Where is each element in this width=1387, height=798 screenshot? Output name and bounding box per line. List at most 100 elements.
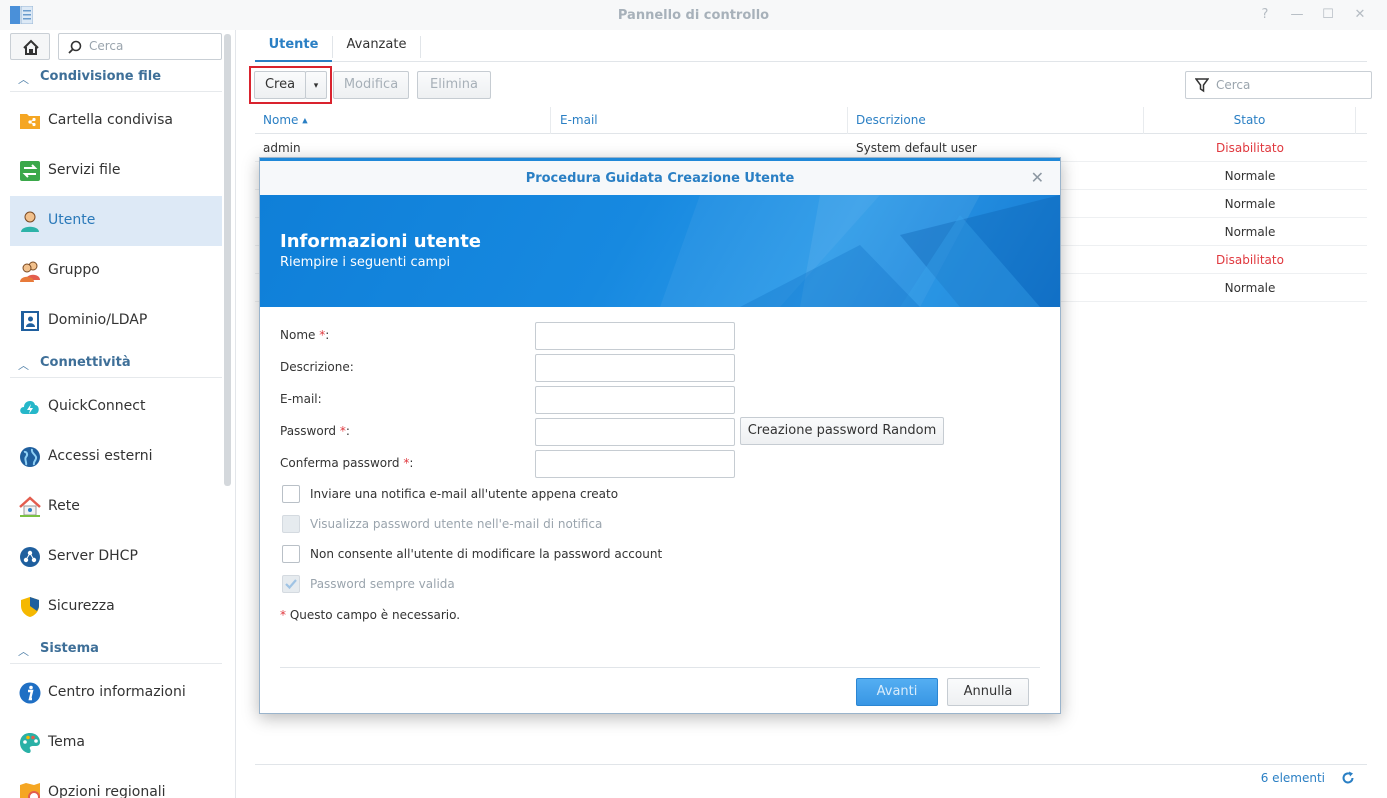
palette-icon bbox=[20, 733, 40, 753]
section-label: Sistema bbox=[40, 641, 99, 656]
column-description[interactable]: Descrizione bbox=[848, 107, 1144, 134]
section-connectivity[interactable]: ︿ Connettività bbox=[10, 350, 222, 378]
group-icon bbox=[20, 261, 40, 282]
home-button[interactable] bbox=[10, 33, 50, 60]
help-icon[interactable]: ? bbox=[1256, 6, 1274, 24]
sidebar-item-label: Sicurezza bbox=[48, 598, 115, 614]
sidebar-item-group[interactable]: Gruppo bbox=[10, 246, 222, 296]
shared-folder-icon bbox=[20, 114, 40, 129]
label-colon: : bbox=[409, 456, 414, 470]
info-center-icon bbox=[19, 682, 41, 704]
notify-email-checkbox[interactable] bbox=[282, 485, 300, 503]
label-colon: : bbox=[325, 328, 330, 342]
create-user-wizard-dialog: Procedura Guidata Creazione Utente ✕ Inf… bbox=[259, 157, 1061, 714]
create-dropdown-button[interactable]: ▾ bbox=[305, 71, 327, 99]
section-file-sharing[interactable]: ︿ Condivisione file bbox=[10, 64, 222, 92]
sidebar-item-label: Servizi file bbox=[48, 162, 121, 178]
sidebar-item-theme[interactable]: Tema bbox=[10, 718, 222, 768]
prevent-password-change-checkbox[interactable] bbox=[282, 545, 300, 563]
sidebar-item-regional-options[interactable]: Opzioni regionali bbox=[10, 768, 222, 798]
sidebar-item-label: Rete bbox=[48, 498, 80, 514]
confirm-password-label: Conferma password *: bbox=[280, 456, 413, 470]
confirm-password-field[interactable] bbox=[535, 450, 735, 478]
wizard-banner: Informazioni utente Riempire i seguenti … bbox=[260, 195, 1060, 307]
cancel-button[interactable]: Annulla bbox=[947, 678, 1029, 706]
sidebar-item-label: Tema bbox=[48, 734, 86, 750]
required-note-text: Questo campo è necessario. bbox=[289, 608, 461, 622]
cell-description: System default user bbox=[856, 141, 977, 155]
refresh-icon[interactable] bbox=[1341, 771, 1355, 785]
dhcp-server-icon bbox=[20, 547, 40, 567]
dialog-title: Procedura Guidata Creazione Utente bbox=[260, 161, 1060, 195]
column-name[interactable]: Nome ▲ bbox=[255, 107, 551, 134]
chevron-up-icon: ︿ bbox=[18, 73, 29, 86]
password-field[interactable] bbox=[535, 418, 735, 446]
cell-name: admin bbox=[263, 141, 301, 155]
email-field[interactable] bbox=[535, 386, 735, 414]
password-never-expires-checkbox[interactable] bbox=[282, 575, 300, 593]
sidebar-scrollbar[interactable] bbox=[224, 34, 231, 486]
sidebar-item-quickconnect[interactable]: QuickConnect bbox=[10, 382, 222, 432]
label-colon: : bbox=[345, 424, 350, 438]
description-label: Descrizione: bbox=[280, 360, 354, 374]
column-name-label: Nome bbox=[263, 113, 299, 127]
tab-user[interactable]: Utente bbox=[255, 30, 332, 62]
name-field[interactable] bbox=[535, 322, 735, 350]
file-services-icon bbox=[20, 161, 40, 181]
user-search-placeholder: Cerca bbox=[1216, 78, 1251, 92]
user-search-input[interactable]: Cerca bbox=[1185, 71, 1372, 99]
close-icon[interactable]: ✕ bbox=[1351, 6, 1369, 24]
sidebar-item-user[interactable]: Utente bbox=[10, 196, 222, 246]
password-label: Password *: bbox=[280, 424, 350, 438]
tab-divider bbox=[420, 36, 421, 58]
column-email[interactable]: E-mail bbox=[551, 107, 848, 134]
external-access-icon bbox=[20, 447, 40, 467]
next-button[interactable]: Avanti bbox=[856, 678, 938, 706]
cell-status: Normale bbox=[1224, 197, 1276, 211]
sidebar-item-label: Dominio/LDAP bbox=[48, 312, 148, 328]
name-label: Nome *: bbox=[280, 328, 329, 342]
window-titlebar: Pannello di controllo ? — ☐ ✕ bbox=[0, 0, 1387, 30]
sidebar-item-network[interactable]: Rete bbox=[10, 482, 222, 532]
section-label: Condivisione file bbox=[40, 69, 162, 84]
confirm-password-label-text: Conferma password bbox=[280, 456, 400, 470]
description-field[interactable] bbox=[535, 354, 735, 382]
sidebar-item-external-access[interactable]: Accessi esterni bbox=[10, 432, 222, 482]
home-icon bbox=[23, 39, 39, 55]
create-button[interactable]: Crea bbox=[254, 71, 306, 99]
name-label-text: Nome bbox=[280, 328, 316, 342]
sidebar-item-security[interactable]: Sicurezza bbox=[10, 582, 222, 632]
random-password-button[interactable]: Creazione password Random bbox=[740, 417, 944, 445]
sidebar-item-domain-ldap[interactable]: Dominio/LDAP bbox=[10, 296, 222, 346]
sidebar-item-shared-folder[interactable]: Cartella condivisa bbox=[10, 96, 222, 146]
sidebar-item-label: Server DHCP bbox=[48, 548, 138, 564]
sidebar-item-file-services[interactable]: Servizi file bbox=[10, 146, 222, 196]
sidebar-item-label: QuickConnect bbox=[48, 398, 146, 414]
password-never-expires-label: Password sempre valida bbox=[310, 577, 455, 591]
sidebar-item-label: Utente bbox=[48, 212, 96, 228]
dialog-footer-divider bbox=[280, 667, 1040, 668]
edit-button[interactable]: Modifica bbox=[333, 71, 409, 99]
window-title: Pannello di controllo bbox=[617, 8, 770, 23]
maximize-icon[interactable]: ☐ bbox=[1319, 6, 1337, 24]
minimize-icon[interactable]: — bbox=[1288, 6, 1306, 24]
section-system[interactable]: ︿ Sistema bbox=[10, 636, 222, 664]
dialog-close-icon[interactable]: ✕ bbox=[1031, 168, 1044, 187]
sidebar-item-label: Cartella condivisa bbox=[48, 112, 173, 128]
tab-bar: Utente Avanzate bbox=[255, 30, 1367, 62]
sidebar-item-dhcp-server[interactable]: Server DHCP bbox=[10, 532, 222, 582]
cell-status: Disabilitato bbox=[1216, 253, 1284, 267]
show-password-in-email-checkbox[interactable] bbox=[282, 515, 300, 533]
item-count: 6 elementi bbox=[1260, 771, 1325, 785]
sidebar-item-label: Opzioni regionali bbox=[48, 784, 166, 798]
notify-email-label: Inviare una notifica e-mail all'utente a… bbox=[310, 487, 619, 501]
cell-status: Normale bbox=[1224, 225, 1276, 239]
delete-button[interactable]: Elimina bbox=[417, 71, 491, 99]
chevron-up-icon: ︿ bbox=[18, 359, 29, 372]
sidebar-item-label: Gruppo bbox=[48, 262, 100, 278]
column-status[interactable]: Stato bbox=[1144, 107, 1356, 134]
tab-advanced[interactable]: Avanzate bbox=[333, 30, 420, 62]
sort-ascending-icon: ▲ bbox=[302, 116, 308, 125]
sidebar-search-input[interactable]: Cerca bbox=[58, 33, 222, 60]
sidebar-item-info-center[interactable]: Centro informazioni bbox=[10, 668, 222, 718]
